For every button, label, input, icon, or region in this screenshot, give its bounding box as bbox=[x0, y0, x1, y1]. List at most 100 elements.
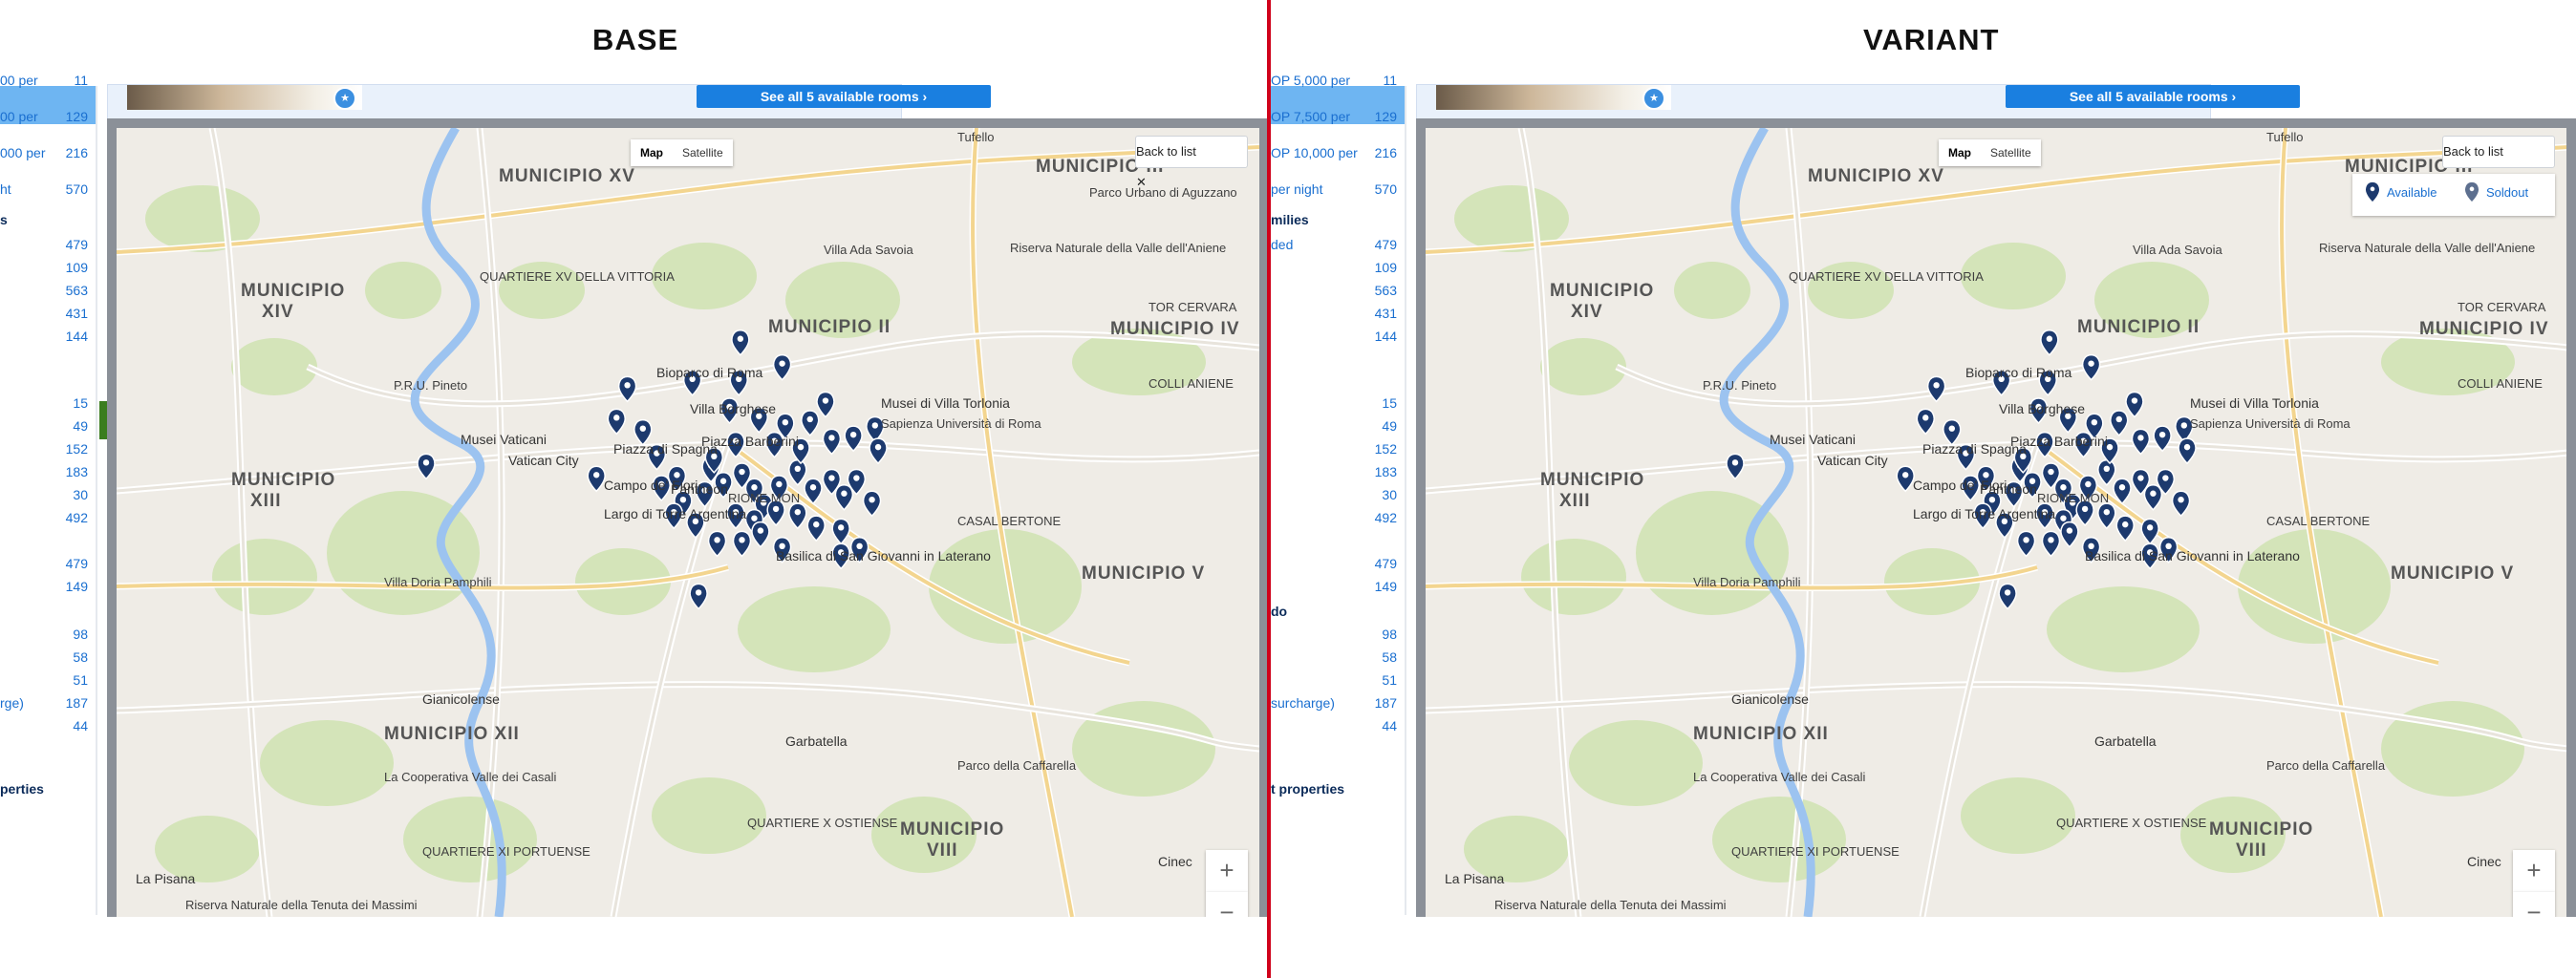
area-label: MUNICIPIO XV bbox=[1808, 166, 1944, 186]
place-label: Tufello bbox=[2266, 130, 2304, 144]
hotel-pin-icon[interactable] bbox=[417, 453, 436, 480]
map-type-toggle[interactable]: Map Satellite bbox=[1939, 139, 2041, 166]
area-label: MUNICIPIO bbox=[241, 281, 346, 301]
hotel-pin-icon[interactable] bbox=[2140, 518, 2159, 545]
hotel-pin-icon[interactable] bbox=[822, 428, 842, 456]
place-label: Pantheon bbox=[671, 481, 728, 497]
hotel-pin-icon[interactable] bbox=[1726, 453, 1745, 480]
hotel-pin-icon[interactable] bbox=[2060, 521, 2079, 548]
hotel-pin-icon[interactable] bbox=[607, 408, 627, 436]
hotel-pin-icon[interactable] bbox=[751, 521, 770, 548]
favorite-icon[interactable]: ★ bbox=[1642, 87, 1665, 110]
place-label: QUARTIERE XV DELLA VITTORIA bbox=[1789, 269, 1984, 284]
satellite-view-button[interactable]: Satellite bbox=[673, 139, 733, 166]
place-label: Musei di Villa Torlonia bbox=[881, 395, 1010, 411]
map-canvas[interactable]: MUNICIPIO XV MUNICIPIO III MUNICIPIO XIV MUN… bbox=[117, 128, 1259, 917]
place-label: La Cooperativa Valle dei Casali bbox=[384, 770, 557, 784]
map-view-button[interactable]: Map bbox=[631, 139, 673, 166]
filter-option-count: 570 bbox=[1374, 181, 1397, 197]
filter-option-count: 479 bbox=[65, 237, 88, 252]
filter-option-count: 49 bbox=[1382, 418, 1397, 434]
map-canvas[interactable]: MUNICIPIO XV MUNICIPIO III MUNICIPIO XIV MUN… bbox=[1426, 128, 2566, 917]
hotel-pin-icon[interactable] bbox=[2081, 353, 2101, 381]
place-label: P.R.U. Pineto bbox=[1703, 378, 1777, 393]
hotel-pin-icon[interactable] bbox=[617, 375, 637, 403]
hotel-pin-icon[interactable] bbox=[2110, 410, 2129, 437]
hotel-pin-icon[interactable] bbox=[2016, 530, 2036, 558]
hotel-pin-icon[interactable] bbox=[1916, 408, 1936, 436]
hotel-pin-icon[interactable] bbox=[2097, 459, 2116, 486]
hotel-pin-icon[interactable] bbox=[2125, 391, 2144, 418]
hotel-pin-icon[interactable] bbox=[2115, 515, 2135, 542]
hotel-pin-icon[interactable] bbox=[831, 518, 850, 545]
hotel-pin-icon[interactable] bbox=[806, 515, 826, 542]
hotel-pin-icon[interactable] bbox=[2131, 428, 2151, 456]
hotel-pin-icon[interactable] bbox=[834, 483, 854, 511]
place-label: COLLI ANIENE bbox=[2458, 376, 2543, 391]
hotel-pin-icon[interactable] bbox=[2097, 502, 2116, 530]
variant-heading: VARIANT bbox=[1863, 23, 2000, 56]
back-to-list-button[interactable]: Back to list✕ bbox=[2442, 136, 2555, 189]
place-label: Largo di Torre Argentina bbox=[1913, 506, 2056, 521]
hotel-pin-icon[interactable] bbox=[1926, 375, 1946, 403]
hotel-pin-icon[interactable] bbox=[1896, 465, 1915, 493]
zoom-in-button[interactable]: + bbox=[2513, 850, 2555, 892]
map-view-button[interactable]: Map bbox=[1939, 139, 1981, 166]
hotel-pin-icon[interactable] bbox=[788, 502, 807, 530]
place-label: La Pisana bbox=[136, 871, 196, 886]
hotel-pin-icon[interactable] bbox=[587, 465, 606, 493]
hotel-pin-icon[interactable] bbox=[689, 583, 708, 610]
place-label: Vatican City bbox=[508, 453, 579, 468]
hotel-pin-icon[interactable] bbox=[732, 530, 752, 558]
place-label: Parco della Caffarella bbox=[957, 758, 1077, 773]
hotel-image[interactable] bbox=[127, 85, 362, 110]
satellite-view-button[interactable]: Satellite bbox=[1981, 139, 2041, 166]
place-label: Riserva Naturale della Tenuta dei Massim… bbox=[185, 898, 418, 912]
zoom-out-button[interactable]: − bbox=[2513, 892, 2555, 917]
see-all-rooms-button[interactable]: See all 5 available rooms › bbox=[2006, 85, 2300, 108]
zoom-in-button[interactable]: + bbox=[1206, 850, 1248, 892]
hotel-pin-icon[interactable] bbox=[2143, 483, 2163, 511]
filter-option-count: 109 bbox=[1374, 260, 1397, 275]
place-label: Musei Vaticani bbox=[461, 432, 547, 447]
close-icon[interactable]: ✕ bbox=[1136, 167, 1247, 198]
hotel-pin-icon[interactable] bbox=[707, 530, 727, 558]
filter-option-count: 15 bbox=[73, 395, 88, 411]
hotel-pin-icon[interactable] bbox=[816, 391, 835, 418]
zoom-out-button[interactable]: − bbox=[1206, 892, 1248, 917]
place-label: TOR CERVARA bbox=[1148, 300, 1237, 314]
hotel-pin-icon[interactable] bbox=[772, 353, 792, 381]
soldout-pin-icon bbox=[2465, 181, 2479, 202]
hotel-pin-icon[interactable] bbox=[731, 329, 750, 356]
filter-option-count: 431 bbox=[1374, 306, 1397, 321]
hotel-pin-icon[interactable] bbox=[1998, 583, 2017, 610]
favorite-icon[interactable]: ★ bbox=[333, 87, 356, 110]
hotel-pin-icon[interactable] bbox=[869, 437, 888, 465]
area-label: MUNICIPIO V bbox=[2391, 563, 2515, 584]
hotel-pin-icon[interactable] bbox=[788, 459, 807, 486]
filter-option-count: 15 bbox=[1382, 395, 1397, 411]
area-label: MUNICIPIO bbox=[231, 470, 336, 490]
filter-option-count: 187 bbox=[1374, 695, 1397, 711]
filter-option-count: 149 bbox=[65, 579, 88, 594]
filter-option-count: 216 bbox=[1374, 145, 1397, 160]
place-label: Villa Ada Savoia bbox=[2133, 243, 2222, 257]
back-to-list-button[interactable]: Back to list✕ bbox=[1135, 136, 1248, 189]
place-label: Cinec bbox=[2467, 854, 2501, 869]
filter-option-count: 11 bbox=[74, 73, 88, 88]
filter-option-label: 00 per bbox=[0, 109, 38, 124]
place-label: Bioparco di Roma bbox=[1965, 365, 2072, 380]
legend-soldout: Soldout bbox=[2486, 185, 2529, 200]
hotel-pin-icon[interactable] bbox=[2178, 437, 2197, 465]
hotel-image[interactable] bbox=[1436, 85, 1671, 110]
see-all-rooms-button[interactable]: See all 5 available rooms › bbox=[697, 85, 991, 108]
map-type-toggle[interactable]: Map Satellite bbox=[631, 139, 733, 166]
place-label: Musei Vaticani bbox=[1770, 432, 1857, 447]
hotel-pin-icon[interactable] bbox=[801, 410, 820, 437]
hotel-pin-icon[interactable] bbox=[2041, 530, 2061, 558]
hotel-pin-icon[interactable] bbox=[2171, 490, 2191, 518]
hotel-pin-icon[interactable] bbox=[2040, 329, 2059, 356]
area-label: MUNICIPIO IV bbox=[1110, 319, 1240, 339]
hotel-pin-icon[interactable] bbox=[862, 490, 882, 518]
place-label: Basilica di San Giovanni in Laterano bbox=[2085, 548, 2300, 563]
